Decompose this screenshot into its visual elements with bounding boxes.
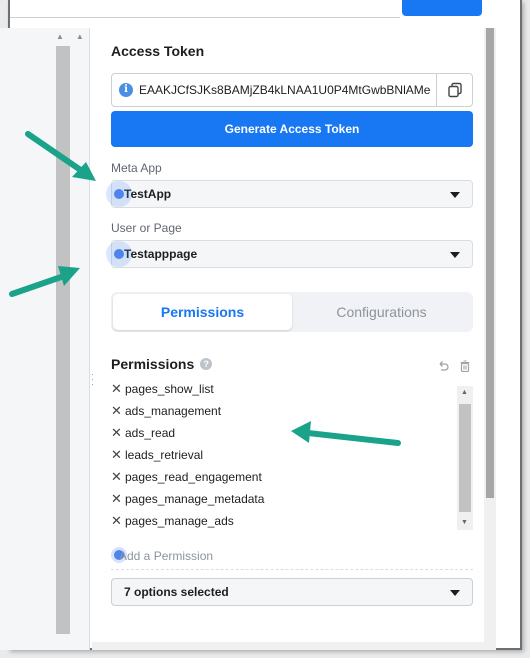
permission-name: pages_read_engagement	[125, 470, 262, 484]
permission-name: pages_manage_ads	[125, 514, 234, 528]
top-input-stub	[10, 0, 400, 18]
x-icon[interactable]: ✕	[111, 422, 122, 444]
scroll-up-icon[interactable]: ▲	[461, 389, 468, 396]
user-or-page-value: Testapppage	[124, 247, 198, 261]
help-icon[interactable]: ?	[200, 358, 213, 370]
options-selected-value: 7 options selected	[124, 585, 229, 599]
undo-icon[interactable]	[437, 360, 449, 372]
permissions-scrollbar-thumb[interactable]	[459, 404, 471, 512]
x-icon[interactable]: ✕	[111, 400, 122, 422]
x-icon[interactable]: ✕	[111, 378, 122, 400]
access-token-value[interactable]: EAAKJCfSJKs8BAMjZB4kLNAA1U0P4MtGwbBNlAMe	[139, 83, 431, 97]
click-marker-user-page	[106, 241, 132, 267]
permissions-actions	[437, 360, 471, 372]
list-item: ✕ pages_manage_ads	[111, 510, 457, 530]
x-icon[interactable]: ✕	[111, 510, 122, 530]
trash-icon[interactable]	[459, 360, 471, 372]
top-button-stub[interactable]	[402, 0, 482, 16]
meta-app-label: Meta App	[111, 161, 162, 175]
copy-icon	[447, 82, 462, 98]
left-scrollbar[interactable]	[56, 46, 70, 634]
permission-name: ads_management	[125, 404, 222, 418]
left-scroll-arrows[interactable]: ▲ ▲	[56, 32, 96, 44]
access-token-field[interactable]: i EAAKJCfSJKs8BAMjZB4kLNAA1U0P4MtGwbBNlA…	[111, 73, 473, 107]
meta-app-select[interactable]: TestApp	[111, 180, 473, 208]
permissions-heading: Permissions ?	[111, 356, 213, 372]
tab-permissions[interactable]: Permissions	[113, 294, 292, 330]
user-or-page-label: User or Page	[111, 221, 182, 235]
permissions-list: ✕ pages_show_list ✕ ads_management ✕ ads_re…	[111, 378, 457, 530]
divider	[111, 569, 473, 570]
list-item: ✕ pages_read_engagement	[111, 466, 457, 488]
info-icon: i	[119, 83, 133, 97]
x-icon[interactable]: ✕	[111, 466, 122, 488]
click-marker-meta-app	[106, 181, 132, 207]
list-item: ✕ ads_management	[111, 400, 457, 422]
caret-down-icon	[450, 590, 460, 596]
list-item: ✕ leads_retrieval	[111, 444, 457, 466]
left-pane	[0, 28, 90, 650]
copy-button[interactable]	[436, 74, 472, 106]
scroll-up-icon-2[interactable]: ▲	[76, 32, 84, 44]
permissions-title: Permissions	[111, 356, 195, 372]
generate-access-token-button[interactable]: Generate Access Token	[111, 111, 473, 147]
bottom-scrollbar[interactable]	[92, 642, 490, 650]
list-item: ✕ pages_manage_metadata	[111, 488, 457, 510]
x-icon[interactable]: ✕	[111, 444, 122, 466]
scroll-up-icon[interactable]: ▲	[56, 32, 64, 44]
caret-down-icon	[450, 192, 460, 198]
scroll-down-icon[interactable]: ▼	[461, 519, 468, 526]
user-or-page-select[interactable]: Testapppage	[111, 240, 473, 268]
right-scrollbar-thumb[interactable]	[486, 28, 494, 498]
permission-name: leads_retrieval	[125, 448, 204, 462]
list-item: ✕ pages_show_list	[111, 378, 457, 400]
permission-name: pages_show_list	[125, 382, 214, 396]
splitter-handle[interactable]: · · ·	[91, 370, 95, 390]
tab-bar: Permissions Configurations	[111, 292, 473, 332]
access-token-title: Access Token	[111, 43, 205, 59]
permission-name: ads_read	[125, 426, 176, 440]
permission-name: pages_manage_metadata	[125, 492, 265, 506]
tab-configurations[interactable]: Configurations	[292, 294, 471, 330]
x-icon[interactable]: ✕	[111, 488, 122, 510]
list-item: ✕ ads_read	[111, 422, 457, 444]
add-permission-input[interactable]: Add a Permission	[119, 549, 213, 563]
options-selected-dropdown[interactable]: 7 options selected	[111, 578, 473, 606]
caret-down-icon	[450, 252, 460, 258]
